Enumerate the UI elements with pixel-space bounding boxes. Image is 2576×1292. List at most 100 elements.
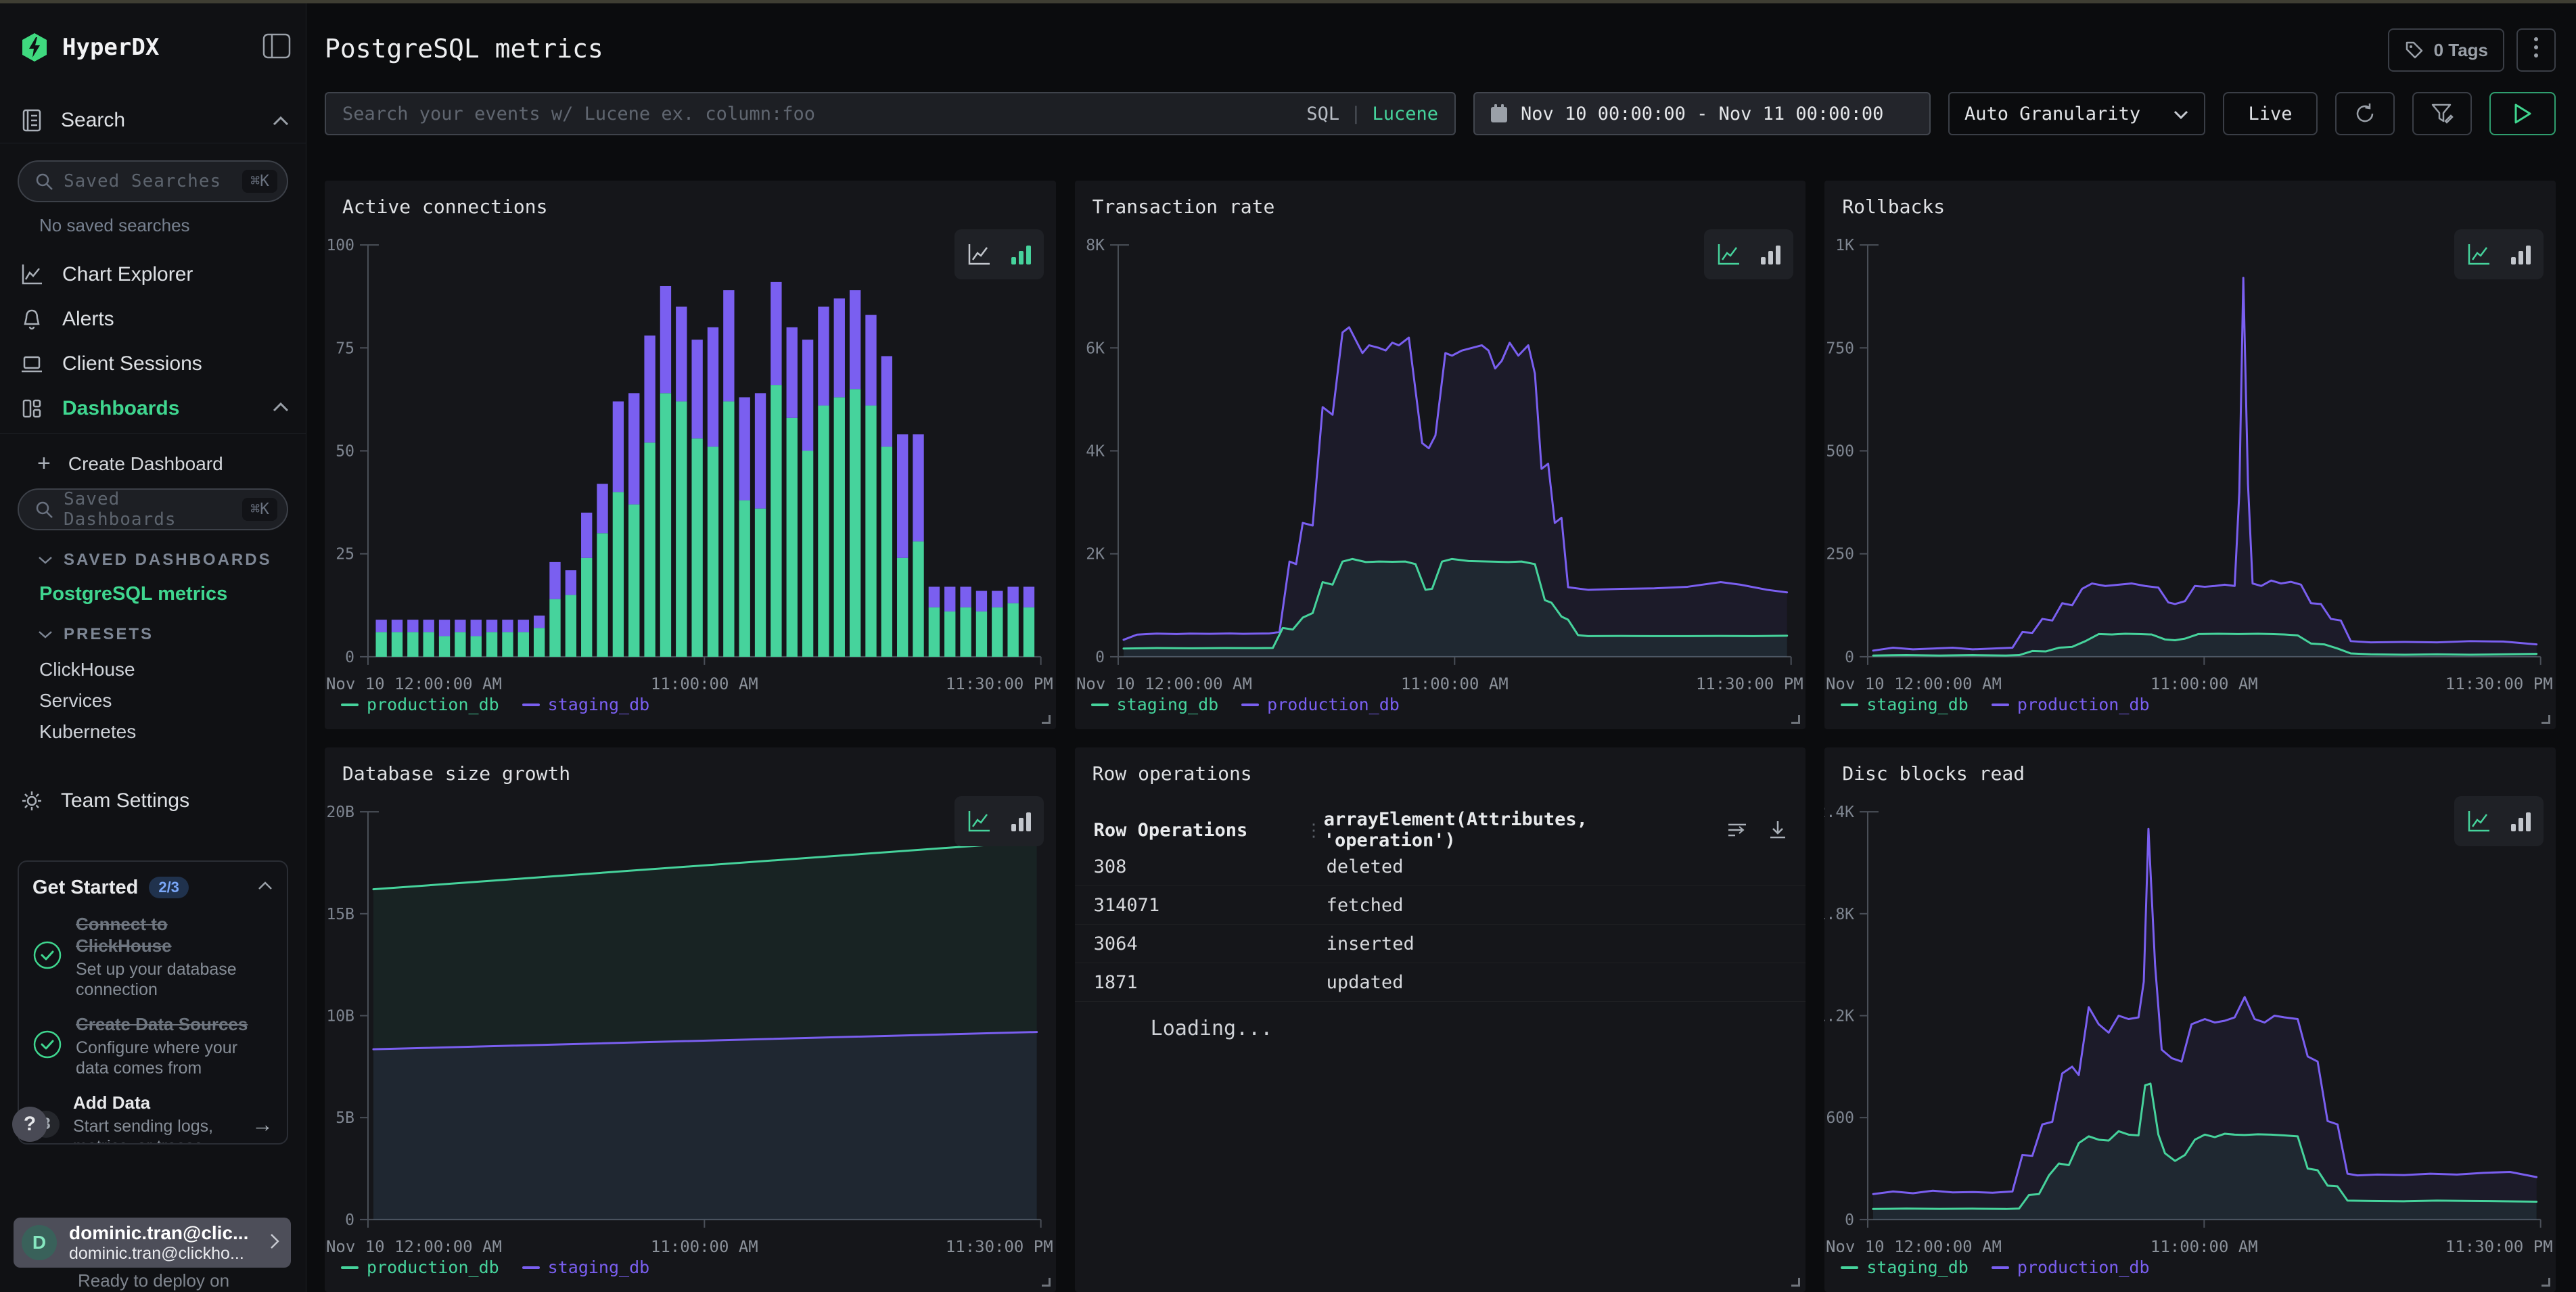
chevron-down-icon xyxy=(38,551,53,570)
legend-item: staging_db xyxy=(522,1258,650,1277)
sidebar-item-team-settings[interactable]: Team Settings xyxy=(0,782,306,820)
run-query-button[interactable] xyxy=(2489,92,2556,135)
table-row[interactable]: 3064inserted xyxy=(1075,925,1806,963)
kbd-shortcut: ⌘K xyxy=(242,170,277,193)
wrap-text-icon[interactable] xyxy=(1726,818,1749,841)
mode-separator: | xyxy=(1350,103,1361,124)
svg-text:11:00:00 AM: 11:00:00 AM xyxy=(1401,674,1509,693)
sidebar-item-client-sessions[interactable]: Client Sessions xyxy=(0,345,306,383)
svg-text:Nov 10 12:00:00 AM: Nov 10 12:00:00 AM xyxy=(1826,674,2002,693)
bell-icon xyxy=(19,306,45,332)
operation-cell: deleted xyxy=(1327,856,1404,877)
chevron-up-icon[interactable] xyxy=(257,881,273,894)
table-row[interactable]: 1871updated xyxy=(1075,963,1806,1002)
create-dashboard-label: Create Dashboard xyxy=(68,453,223,475)
svg-text:11:30:00 PM: 11:30:00 PM xyxy=(2445,674,2553,693)
user-email: dominic.tran@clickho... xyxy=(69,1244,248,1264)
legend-dash xyxy=(522,703,540,706)
svg-text:500: 500 xyxy=(1826,442,1855,460)
column-resize-handle-icon[interactable]: ⋮ xyxy=(1305,820,1324,841)
sidebar-collapse-icon[interactable] xyxy=(262,33,291,62)
step-subtitle: Set up your database connection xyxy=(76,959,250,1000)
legend-item: staging_db xyxy=(522,695,650,714)
sidebar-preset-kubernetes[interactable]: Kubernetes xyxy=(39,721,136,743)
sidebar-item-alerts[interactable]: Alerts xyxy=(0,300,306,338)
help-button[interactable]: ? xyxy=(12,1107,47,1142)
svg-text:100: 100 xyxy=(326,237,354,254)
sql-mode-toggle[interactable]: SQL xyxy=(1306,103,1339,124)
check-circle-icon xyxy=(32,940,62,973)
loading-indicator: Loading... xyxy=(1151,1017,1273,1040)
bar-chart-toggle-icon[interactable] xyxy=(1757,241,1783,268)
table-column-header[interactable]: arrayElement(Attributes, 'operation') xyxy=(1324,809,1726,851)
laptop-icon xyxy=(19,351,45,377)
granularity-select[interactable]: Auto Granularity xyxy=(1948,92,2205,135)
table-column-header[interactable]: Row Operations xyxy=(1094,820,1305,841)
row-count-cell: 314071 xyxy=(1094,895,1327,916)
download-icon[interactable] xyxy=(1766,818,1789,841)
resize-handle[interactable] xyxy=(2542,715,2550,724)
sidebar-item-chart-explorer[interactable]: Chart Explorer xyxy=(0,256,306,294)
step-subtitle: Start sending logs, metrics, or traces xyxy=(73,1116,238,1145)
line-chart-toggle-icon[interactable] xyxy=(965,240,993,269)
table-row[interactable]: 314071fetched xyxy=(1075,886,1806,925)
lucene-mode-toggle[interactable]: Lucene xyxy=(1372,103,1438,124)
bar-chart-toggle-icon[interactable] xyxy=(2508,241,2533,268)
legend-item: production_db xyxy=(1992,1258,2150,1277)
get-started-step-sources[interactable]: Create Data Sources Configure where your… xyxy=(32,1013,273,1078)
sidebar-item-label: Chart Explorer xyxy=(62,263,193,286)
sidebar-preset-services[interactable]: Services xyxy=(39,690,112,712)
refresh-icon xyxy=(2353,101,2377,126)
chart-title: Disc blocks read xyxy=(1842,762,2025,785)
svg-text:250: 250 xyxy=(1826,546,1855,563)
resize-handle[interactable] xyxy=(1042,715,1051,724)
divider xyxy=(0,433,306,434)
filter-button[interactable] xyxy=(2412,92,2472,135)
sidebar-preset-clickhouse[interactable]: ClickHouse xyxy=(39,659,135,680)
bar-chart-toggle-icon[interactable] xyxy=(1008,241,1034,268)
legend-label: production_db xyxy=(1267,695,1400,714)
resize-handle[interactable] xyxy=(1042,1278,1051,1287)
chart-plot: 02505007501KNov 10 12:00:00 AM11:00:00 A… xyxy=(1824,181,2556,729)
line-chart-toggle-icon[interactable] xyxy=(1714,240,1743,269)
date-range-picker[interactable]: Nov 10 00:00:00 - Nov 11 00:00:00 xyxy=(1473,92,1931,135)
legend-label: production_db xyxy=(2017,695,2150,714)
legend-item: production_db xyxy=(1992,695,2150,714)
occluded-step-text: Ready to deploy on xyxy=(78,1270,229,1291)
table-row[interactable]: 308deleted xyxy=(1075,848,1806,886)
resize-handle[interactable] xyxy=(1791,1278,1800,1287)
saved-dashboards-section-header[interactable]: SAVED DASHBOARDS xyxy=(38,551,272,570)
line-chart-toggle-icon[interactable] xyxy=(965,807,993,835)
legend-dash xyxy=(1992,1266,2009,1269)
svg-text:0: 0 xyxy=(1095,649,1105,666)
saved-searches-input[interactable]: Saved Searches ⌘K xyxy=(18,160,288,202)
live-button[interactable]: Live xyxy=(2223,92,2318,135)
resize-handle[interactable] xyxy=(1791,715,1800,724)
bar-chart-toggle-icon[interactable] xyxy=(2508,808,2533,835)
user-name: dominic.tran@clic... xyxy=(69,1222,248,1244)
tags-button[interactable]: 0 Tags xyxy=(2388,28,2504,72)
sidebar-item-dashboards[interactable]: Dashboards xyxy=(0,390,306,428)
saved-dashboards-input[interactable]: Saved Dashboards ⌘K xyxy=(18,488,288,530)
event-search-input[interactable]: Search your events w/ Lucene ex. column:… xyxy=(325,92,1456,135)
get-started-step-connect[interactable]: Connect to ClickHouse Set up your databa… xyxy=(32,913,273,1000)
svg-text:Nov 10 12:00:00 AM: Nov 10 12:00:00 AM xyxy=(1826,1237,2002,1256)
user-account-chip[interactable]: D dominic.tran@clic... dominic.tran@clic… xyxy=(14,1218,291,1268)
create-dashboard-button[interactable]: + Create Dashboard xyxy=(37,451,223,477)
bar-chart-toggle-icon[interactable] xyxy=(1008,808,1034,835)
tag-icon xyxy=(2404,40,2424,60)
svg-text:20B: 20B xyxy=(326,804,354,821)
legend-dash xyxy=(1091,703,1109,706)
line-chart-toggle-icon[interactable] xyxy=(2464,807,2493,835)
journal-icon xyxy=(19,108,45,133)
svg-text:11:30:00 PM: 11:30:00 PM xyxy=(946,1237,1053,1256)
sidebar-item-search[interactable]: Search xyxy=(19,103,290,138)
kebab-menu-button[interactable] xyxy=(2516,28,2556,72)
get-started-step-add-data[interactable]: 3 Add Data Start sending logs, metrics, … xyxy=(32,1092,273,1145)
refresh-button[interactable] xyxy=(2335,92,2395,135)
line-chart-toggle-icon[interactable] xyxy=(2464,240,2493,269)
resize-handle[interactable] xyxy=(2542,1278,2550,1287)
svg-text:2.4K: 2.4K xyxy=(1824,804,1854,821)
sidebar-dashboard-postgresql-metrics[interactable]: PostgreSQL metrics xyxy=(39,583,227,605)
presets-section-header[interactable]: PRESETS xyxy=(38,625,154,644)
